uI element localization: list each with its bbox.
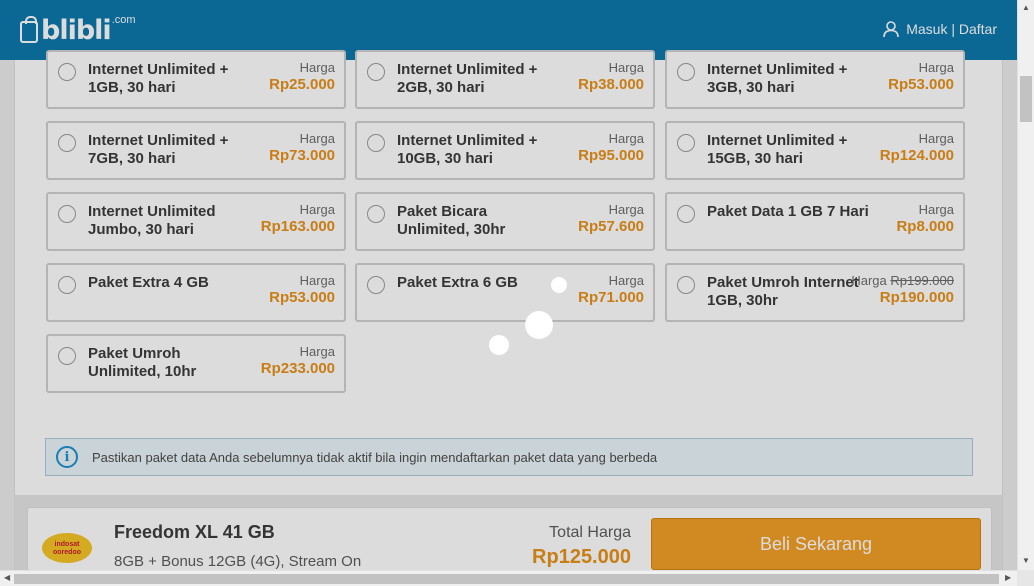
loading-dot xyxy=(525,311,553,339)
horizontal-scrollbar[interactable]: ◀ ▶ xyxy=(0,570,1017,586)
vertical-scrollbar[interactable]: ▲ ▼ xyxy=(1017,0,1034,570)
scroll-up-icon[interactable]: ▲ xyxy=(1022,3,1030,12)
scrollbar-corner xyxy=(1017,570,1034,586)
horizontal-scroll-thumb[interactable] xyxy=(14,574,999,584)
loading-overlay xyxy=(0,0,1017,570)
scroll-right-icon[interactable]: ▶ xyxy=(1005,573,1011,582)
scroll-left-icon[interactable]: ◀ xyxy=(4,573,10,582)
scroll-down-icon[interactable]: ▼ xyxy=(1022,556,1030,565)
loading-dot xyxy=(551,277,567,293)
vertical-scroll-thumb[interactable] xyxy=(1020,76,1032,122)
loading-dot xyxy=(489,335,509,355)
